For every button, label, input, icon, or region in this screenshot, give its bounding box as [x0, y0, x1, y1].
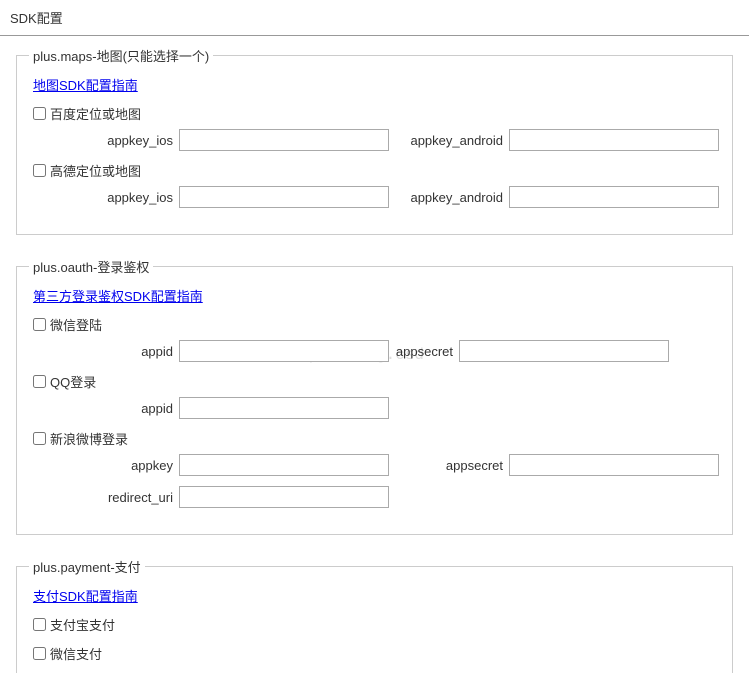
- amap-ios-label: appkey_ios: [29, 190, 179, 205]
- weixin-login-checkbox[interactable]: [33, 318, 46, 331]
- section-maps: plus.maps-地图(只能选择一个) 地图SDK配置指南 百度定位或地图 a…: [16, 46, 733, 235]
- weixin-pay-checkbox-label: 微信支付: [50, 644, 102, 663]
- weibo-appkey-label: appkey: [29, 458, 179, 473]
- qq-appid-label: appid: [29, 401, 179, 416]
- weixin-login-checkbox-label: 微信登陆: [50, 315, 102, 334]
- qq-login-checkbox-label: QQ登录: [50, 372, 96, 391]
- weixin-appid-input[interactable]: [179, 340, 389, 362]
- alipay-checkbox-label: 支付宝支付: [50, 615, 115, 634]
- qq-appid-input[interactable]: [179, 397, 389, 419]
- baidu-android-input[interactable]: [509, 129, 719, 151]
- baidu-ios-label: appkey_ios: [29, 133, 179, 148]
- weibo-appkey-input[interactable]: [179, 454, 389, 476]
- baidu-checkbox[interactable]: [33, 107, 46, 120]
- weibo-appsecret-input[interactable]: [509, 454, 719, 476]
- amap-android-input[interactable]: [509, 186, 719, 208]
- amap-checkbox[interactable]: [33, 164, 46, 177]
- weibo-login-checkbox-label: 新浪微博登录: [50, 429, 128, 448]
- weibo-redirect-input[interactable]: [179, 486, 389, 508]
- amap-checkbox-label: 高德定位或地图: [50, 161, 141, 180]
- baidu-android-label: appkey_android: [389, 133, 509, 148]
- maps-guide-link[interactable]: 地图SDK配置指南: [33, 75, 138, 94]
- section-maps-legend: plus.maps-地图(只能选择一个): [29, 46, 213, 65]
- weibo-login-checkbox[interactable]: [33, 432, 46, 445]
- amap-ios-input[interactable]: [179, 186, 389, 208]
- weibo-redirect-label: redirect_uri: [29, 490, 179, 505]
- section-oauth-legend: plus.oauth-登录鉴权: [29, 257, 153, 276]
- qq-login-checkbox[interactable]: [33, 375, 46, 388]
- section-oauth: plus.oauth-登录鉴权 第三方登录鉴权SDK配置指南 微信登陆 appi…: [16, 257, 733, 535]
- baidu-checkbox-label: 百度定位或地图: [50, 104, 141, 123]
- section-payment: plus.payment-支付 支付SDK配置指南 支付宝支付 微信支付: [16, 557, 733, 673]
- page-title: SDK配置: [0, 0, 749, 36]
- amap-android-label: appkey_android: [389, 190, 509, 205]
- section-payment-legend: plus.payment-支付: [29, 557, 145, 576]
- weixin-pay-checkbox[interactable]: [33, 647, 46, 660]
- weibo-appsecret-label: appsecret: [389, 458, 509, 473]
- weixin-appsecret-input[interactable]: [459, 340, 669, 362]
- weixin-appid-label: appid: [29, 344, 179, 359]
- oauth-guide-link[interactable]: 第三方登录鉴权SDK配置指南: [33, 286, 203, 305]
- baidu-ios-input[interactable]: [179, 129, 389, 151]
- weixin-appsecret-label: appsecret: [389, 344, 459, 359]
- alipay-checkbox[interactable]: [33, 618, 46, 631]
- payment-guide-link[interactable]: 支付SDK配置指南: [33, 586, 138, 605]
